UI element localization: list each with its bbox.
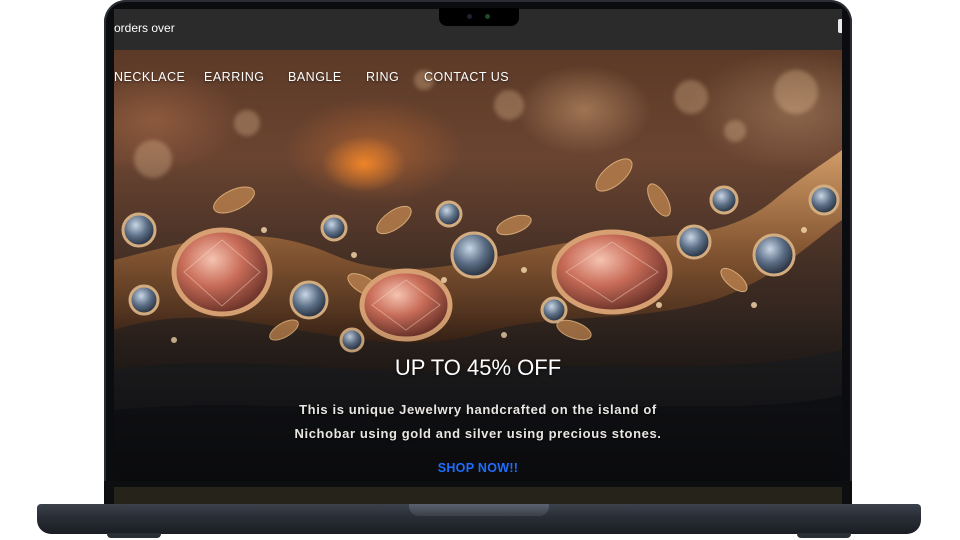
nav-item-contact-us[interactable]: CONTACT US bbox=[424, 70, 509, 84]
camera-lens-icon bbox=[467, 14, 472, 19]
laptop-chin bbox=[104, 481, 852, 506]
right-foot bbox=[797, 533, 851, 538]
announcement-close-icon[interactable] bbox=[838, 19, 842, 33]
hero-banner: NECKLACE EARRING BANGLE RING CONTACT US … bbox=[114, 50, 842, 481]
left-foot bbox=[107, 533, 161, 538]
shop-now-container: SHOP NOW!! bbox=[114, 459, 842, 477]
camera-notch bbox=[439, 8, 519, 26]
hinge-notch bbox=[409, 504, 549, 516]
nav-item-earring[interactable]: EARRING bbox=[204, 70, 264, 84]
nav-item-necklace[interactable]: NECKLACE bbox=[114, 70, 185, 84]
laptop-mockup: orders over NECKLACE EARRING BANGLE RING… bbox=[0, 0, 960, 540]
laptop-base bbox=[37, 504, 921, 538]
promo-description: This is unique Jewelwry handcrafted on t… bbox=[254, 398, 702, 446]
nav-item-ring[interactable]: RING bbox=[366, 70, 399, 84]
promo-description-line-1: This is unique Jewelwry handcrafted on t… bbox=[299, 402, 657, 417]
nav-item-bangle[interactable]: BANGLE bbox=[288, 70, 342, 84]
screen: orders over NECKLACE EARRING BANGLE RING… bbox=[114, 9, 842, 481]
shop-now-button[interactable]: SHOP NOW!! bbox=[438, 461, 519, 475]
announcement-text: orders over bbox=[114, 21, 175, 35]
camera-indicator-icon bbox=[485, 14, 490, 19]
promo-title: UP TO 45% OFF bbox=[394, 355, 562, 380]
promo-description-line-2: Nichobar using gold and silver using pre… bbox=[294, 426, 662, 441]
